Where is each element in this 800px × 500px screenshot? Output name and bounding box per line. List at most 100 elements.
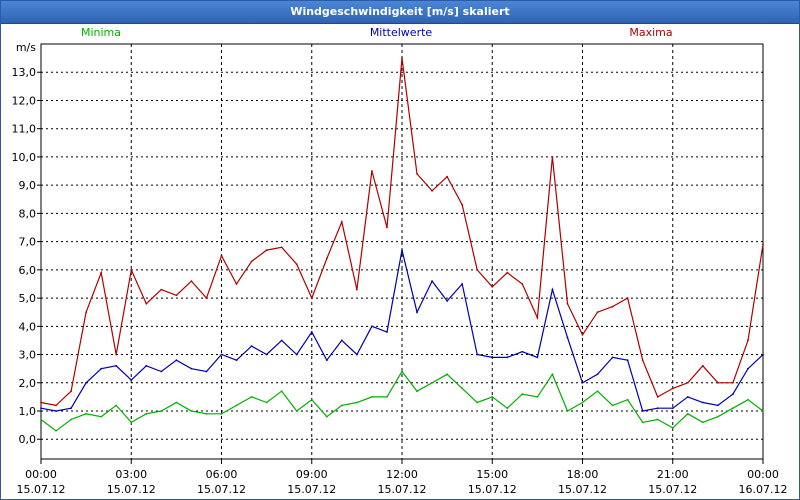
x-tick-date-label: 15.07.12 [378, 483, 427, 496]
data-point-minima [40, 418, 42, 421]
data-point-minima [115, 404, 118, 407]
x-tick-date-label: 15.07.12 [558, 483, 607, 496]
data-point-mittelwerte [205, 370, 208, 373]
data-point-maxima [701, 364, 704, 367]
data-point-mittelwerte [641, 410, 644, 412]
data-point-maxima [386, 226, 388, 229]
data-point-maxima [280, 246, 283, 249]
data-point-minima [671, 427, 674, 429]
data-point-mittelwerte [175, 359, 178, 362]
data-point-maxima [295, 263, 298, 266]
x-tick-time-label: 15:00 [476, 468, 508, 481]
window-title: Windgeschwindigkeit [m/s] skaliert [1, 1, 799, 24]
data-point-mittelwerte [747, 367, 749, 370]
data-point-mittelwerte [431, 280, 433, 283]
data-point-mittelwerte [100, 367, 103, 370]
data-point-mittelwerte [716, 404, 719, 407]
data-point-mittelwerte [626, 359, 629, 362]
data-point-minima [55, 429, 57, 432]
data-point-minima [310, 398, 313, 401]
data-point-maxima [461, 204, 464, 206]
data-point-mittelwerte [371, 325, 373, 328]
data-point-minima [325, 415, 328, 418]
data-point-minima [371, 395, 373, 398]
data-point-minima [431, 381, 433, 384]
x-tick-date-label: 15.07.12 [197, 483, 246, 496]
x-tick-time-label: 12:00 [386, 468, 418, 481]
data-point-minima [85, 412, 88, 415]
data-point-minima [235, 404, 238, 407]
data-point-maxima [551, 156, 554, 158]
data-point-mittelwerte [190, 367, 193, 370]
data-point-maxima [190, 280, 193, 283]
data-point-maxima [371, 170, 373, 172]
data-point-minima [220, 412, 223, 415]
data-point-mittelwerte [115, 364, 118, 367]
data-point-minima [340, 404, 343, 407]
x-tick-date-label: 15.07.12 [17, 483, 66, 496]
x-tick-time-label: 21:00 [657, 468, 689, 481]
data-point-mittelwerte [671, 407, 674, 410]
data-point-minima [265, 401, 268, 404]
data-point-mittelwerte [295, 353, 298, 356]
data-point-maxima [401, 57, 403, 60]
legend-entry-mittelwerte: Mittelwerte [370, 26, 433, 39]
y-axis-unit: m/s [16, 41, 36, 54]
data-point-minima [566, 410, 569, 412]
data-point-maxima [762, 243, 764, 246]
data-point-mittelwerte [461, 283, 464, 285]
data-point-minima [551, 373, 554, 376]
data-point-mittelwerte [506, 356, 509, 359]
data-point-minima [536, 395, 539, 398]
data-point-minima [446, 373, 449, 376]
data-point-maxima [506, 271, 509, 274]
data-point-mittelwerte [250, 345, 253, 347]
data-point-mittelwerte [145, 364, 148, 367]
y-tick-label: 11,0 [12, 123, 37, 136]
data-point-mittelwerte [611, 356, 614, 359]
data-point-maxima [160, 288, 163, 291]
data-point-maxima [476, 268, 479, 271]
x-tick-time-label: 00:00 [747, 468, 779, 481]
data-point-minima [581, 401, 584, 404]
data-point-mittelwerte [762, 353, 764, 356]
data-point-maxima [325, 257, 328, 260]
y-tick-label: 2,0 [19, 377, 37, 390]
data-point-mittelwerte [566, 336, 569, 339]
data-point-mittelwerte [386, 331, 388, 333]
y-tick-label: 1,0 [19, 405, 37, 418]
data-point-minima [160, 410, 163, 412]
data-point-mittelwerte [85, 381, 88, 384]
data-point-minima [70, 418, 72, 421]
data-point-maxima [115, 353, 118, 356]
data-point-maxima [686, 381, 689, 384]
data-point-maxima [641, 359, 644, 362]
data-point-mittelwerte [732, 393, 734, 395]
data-point-mittelwerte [551, 288, 554, 291]
data-point-maxima [220, 254, 223, 257]
y-tick-label: 5,0 [19, 292, 37, 305]
data-point-maxima [596, 311, 599, 314]
data-point-minima [175, 401, 178, 404]
data-point-minima [506, 407, 509, 410]
data-point-mittelwerte [656, 407, 659, 410]
data-point-mittelwerte [325, 359, 328, 362]
data-point-mittelwerte [521, 350, 524, 353]
data-point-mittelwerte [446, 300, 449, 302]
y-tick-label: 0,0 [19, 433, 37, 446]
data-point-minima [295, 410, 298, 412]
data-point-minima [716, 415, 719, 418]
data-point-minima [656, 418, 659, 421]
y-tick-label: 4,0 [19, 320, 37, 333]
data-point-minima [461, 387, 464, 390]
y-tick-label: 9,0 [19, 179, 37, 192]
data-point-maxima [491, 285, 494, 288]
data-point-maxima [521, 283, 524, 285]
data-point-maxima [130, 268, 133, 271]
y-tick-label: 8,0 [19, 207, 37, 220]
data-point-mittelwerte [596, 373, 599, 376]
data-point-maxima [416, 172, 418, 175]
y-tick-label: 10,0 [12, 151, 37, 164]
x-tick-date-label: 15.07.12 [648, 483, 697, 496]
data-point-minima [190, 410, 193, 412]
